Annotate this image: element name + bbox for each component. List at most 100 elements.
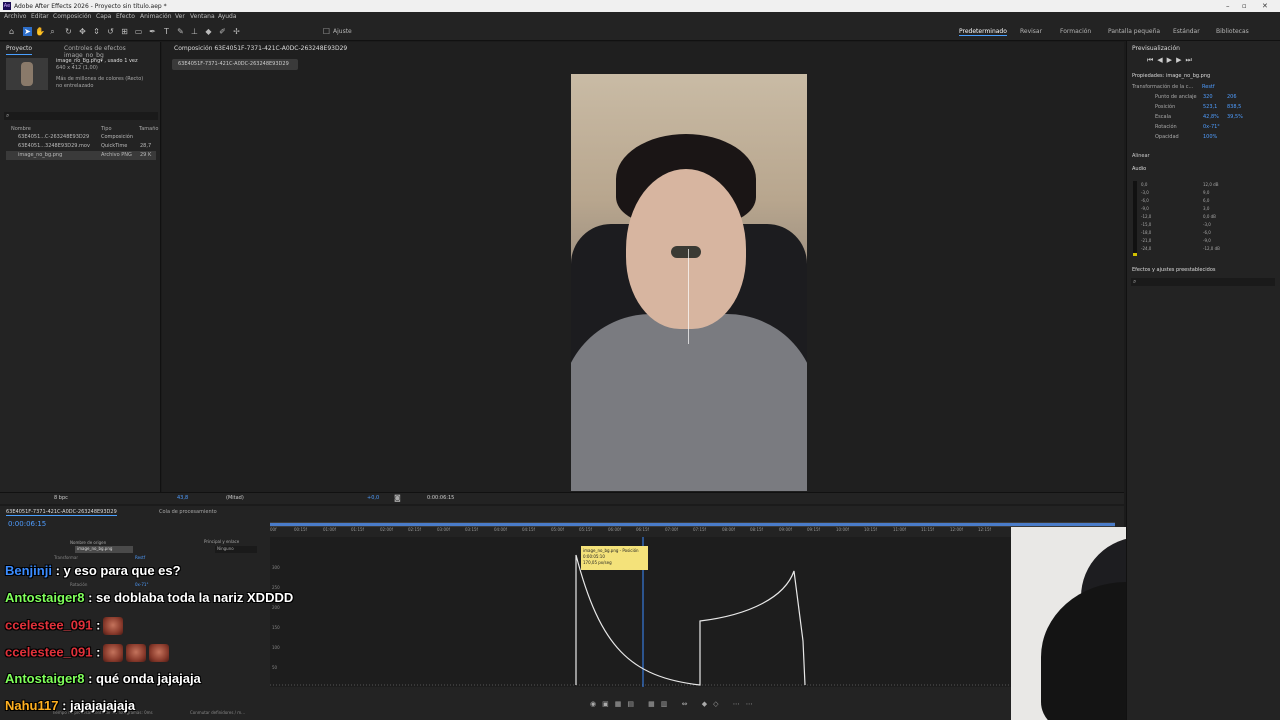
zoom-tool-icon[interactable]: ⌕ <box>48 27 57 36</box>
playback-controls[interactable]: ⏮◀▶▶⏭ <box>1147 56 1196 65</box>
tick-label: 03:00f <box>437 527 450 532</box>
prop-value[interactable]: 206 <box>1227 94 1237 100</box>
workspace-estandar[interactable]: Estándar <box>1173 28 1200 35</box>
puppet-pin-icon[interactable]: ✢ <box>232 27 241 36</box>
audio-scale-right: 12,0 dB 9,0 6,0 3,0 0,0 dB -3,0 -6,0 -9,… <box>1203 181 1220 253</box>
dolly-tool-icon[interactable]: ⇕ <box>92 27 101 36</box>
db-tick: 3,0 <box>1203 206 1210 211</box>
maximize-button[interactable]: ▫ <box>1242 2 1247 10</box>
hand-tool-icon[interactable]: ✋ <box>35 27 45 36</box>
snap-checkbox[interactable]: ☐ <box>322 27 331 36</box>
exposure-value[interactable]: +0,0 <box>367 495 379 501</box>
tab-composition[interactable]: Composición 63E4051F-7371-421C-A0DC-2632… <box>174 45 347 55</box>
rotate-tool-icon[interactable]: ↺ <box>106 27 115 36</box>
timeline-timecode[interactable]: 0:00:06:15 <box>8 520 46 528</box>
bpc-label[interactable]: 8 bpc <box>54 495 68 501</box>
db-tick: -15,0 <box>1141 222 1152 227</box>
tab-effect-controls[interactable]: Controles de efectos image_no_bg <box>64 45 160 59</box>
prop-value[interactable]: 523,1 <box>1203 104 1217 110</box>
viewer-controls: 8 bpc 43,8 (Mitad) +0,0 ◙ 0:00:06:15 <box>0 492 1124 504</box>
graph-editor-controls[interactable]: ◉▣▦▤ ▦▥ ⇔ ◆◇ ⋯⋯ <box>590 700 820 710</box>
chat-message: Antostaiger8 : se doblaba toda la nariz … <box>5 590 293 605</box>
transform-reset[interactable]: Restf <box>1202 84 1215 90</box>
project-item[interactable]: 63E4051...3248E93D29.mov QuickTime 28,7 <box>6 142 156 151</box>
nose-overlay-layer[interactable] <box>671 246 701 258</box>
tick-label: 03:15f <box>465 527 478 532</box>
tab-project[interactable]: Proyecto <box>6 45 33 55</box>
minimize-button[interactable]: – <box>1226 2 1230 10</box>
selection-tool-icon[interactable]: ➤ <box>23 27 32 36</box>
prop-value[interactable]: 0x-71° <box>1203 124 1220 130</box>
pan-tool-icon[interactable]: ✥ <box>78 27 87 36</box>
prop-value[interactable]: 100% <box>1203 134 1217 140</box>
pen-tool-icon[interactable]: ✒ <box>148 27 157 36</box>
velocity-curve[interactable] <box>575 554 806 686</box>
menu-composicion[interactable]: Composición <box>53 13 91 20</box>
rectangle-tool-icon[interactable]: ▭ <box>134 27 143 36</box>
prop-value[interactable]: 42,8% <box>1203 114 1219 120</box>
menu-animacion[interactable]: Animación <box>140 13 172 20</box>
tab-render-queue[interactable]: Cola de procesamiento <box>159 509 217 515</box>
workspace-bibliotecas[interactable]: Bibliotecas <box>1216 28 1249 35</box>
file-type: QuickTime <box>101 143 128 149</box>
tick-label: 08:00f <box>722 527 735 532</box>
comp-breadcrumb[interactable]: 63E4051F-7371-421C-A0DC-263248E93D29 <box>172 59 298 70</box>
tick-label: 04:15f <box>522 527 535 532</box>
pan-behind-icon[interactable]: ⊞ <box>120 27 129 36</box>
menu-editar[interactable]: Editar <box>31 13 49 20</box>
prop-value[interactable]: 838,5 <box>1227 104 1241 110</box>
prop-value[interactable]: 320 <box>1203 94 1213 100</box>
effects-search-input[interactable]: ⌕ <box>1131 278 1275 286</box>
workspace-predeterminado[interactable]: Predeterminado <box>959 28 1007 36</box>
db-tick: 0,0 dB <box>1203 214 1216 219</box>
thumbnail-figure <box>21 62 33 86</box>
menu-efecto[interactable]: Efecto <box>116 13 135 20</box>
prop-label: Opacidad <box>1155 134 1179 140</box>
brush-tool-icon[interactable]: ✎ <box>176 27 185 36</box>
resolution-select[interactable]: (Mitad) <box>226 495 244 501</box>
tick-label: 02:15f <box>408 527 421 532</box>
column-parent[interactable]: Principal y enlace <box>204 539 239 544</box>
project-item[interactable]: image_no_bg.png Archivo PNG 29 K <box>6 151 156 160</box>
menu-ver[interactable]: Ver <box>175 13 185 20</box>
project-panel: Proyecto Controles de efectos image_no_b… <box>0 42 161 492</box>
emote-icon <box>126 644 147 662</box>
workspace-pantalla-pequena[interactable]: Pantalla pequeña <box>1108 28 1160 35</box>
viewer-timecode[interactable]: 0:00:06:15 <box>427 495 454 501</box>
menu-archivo[interactable]: Archivo <box>4 13 26 20</box>
home-icon[interactable]: ⌂ <box>7 27 16 36</box>
tick-label: 07:00f <box>665 527 678 532</box>
layer-name[interactable]: image_no_bg.png <box>75 546 133 553</box>
workspace-formacion[interactable]: Formación <box>1060 28 1091 35</box>
roto-brush-icon[interactable]: ✐ <box>218 27 227 36</box>
preview-title: Previsualización <box>1132 45 1180 52</box>
project-search-input[interactable]: ⌕ <box>4 112 158 120</box>
column-name[interactable]: Nombre <box>11 126 31 132</box>
column-size[interactable]: Tamaño <box>139 126 158 132</box>
close-button[interactable]: ✕ <box>1262 2 1268 10</box>
chat-message: Nahu117 : jajajajajaja <box>5 698 135 713</box>
video-frame[interactable] <box>571 74 807 491</box>
prop-label: Escala <box>1155 114 1172 120</box>
clone-stamp-icon[interactable]: ⊥ <box>190 27 199 36</box>
parent-select[interactable]: Ninguno <box>215 546 257 553</box>
tab-timeline[interactable]: 63E4051F-7371-421C-A0DC-263248E93D29 <box>6 509 117 516</box>
orbit-tool-icon[interactable]: ↻ <box>64 27 73 36</box>
menu-ventana[interactable]: Ventana <box>190 13 215 20</box>
camera-icon[interactable]: ◙ <box>394 494 401 502</box>
chat-text: : qué onda jajajaja <box>88 671 201 686</box>
project-item[interactable]: 63E4051...C-263248E93D29 Composición <box>6 133 156 142</box>
work-area-bar[interactable] <box>270 523 1115 526</box>
eraser-tool-icon[interactable]: ◆ <box>204 27 213 36</box>
column-type[interactable]: Tipo <box>101 126 112 132</box>
menu-ayuda[interactable]: Ayuda <box>218 13 237 20</box>
type-tool-icon[interactable]: T <box>162 27 171 36</box>
file-size: 28,7 <box>140 143 152 149</box>
prop-value[interactable]: 39,5% <box>1227 114 1243 120</box>
tick-label: 00:15f <box>294 527 307 532</box>
workspace-revisar[interactable]: Revisar <box>1020 28 1042 35</box>
zoom-value[interactable]: 43,8 <box>177 495 188 501</box>
column-source-name[interactable]: Nombre de origen <box>70 540 106 545</box>
db-tick: 9,0 <box>1203 190 1210 195</box>
menu-capa[interactable]: Capa <box>96 13 111 20</box>
